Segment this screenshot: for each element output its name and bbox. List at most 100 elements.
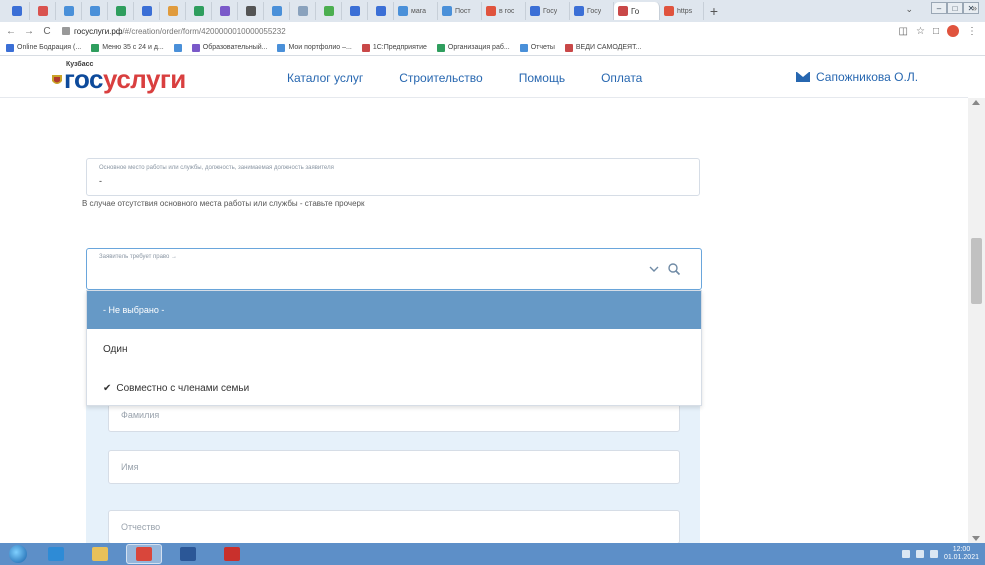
surname-placeholder: Фамилия: [121, 410, 160, 420]
tab-title: Пост: [455, 7, 471, 15]
scroll-up-arrow[interactable]: [972, 100, 980, 105]
bookmark-item[interactable]: ВЕДИ САМОДЕЯТ...: [564, 43, 641, 52]
tray-flag-icon[interactable]: [901, 550, 910, 558]
word-icon: [180, 547, 196, 561]
menu-kebab-icon[interactable]: ⋮: [967, 26, 977, 37]
browser-tab[interactable]: [342, 2, 368, 20]
gosuslugi-logo[interactable]: Кузбасс госуслуги: [50, 61, 250, 95]
browser-tab[interactable]: Госу: [570, 2, 614, 20]
url-field[interactable]: госуслуги.рф/#/creation/order/form/42000…: [74, 27, 286, 36]
bookmark-icon: [564, 43, 573, 52]
browser-tab[interactable]: Пост: [438, 2, 482, 20]
taskbar-app[interactable]: [38, 544, 74, 564]
bookmark-label: Online Бодрация (...: [17, 44, 82, 51]
minimize-button[interactable]: –: [931, 2, 947, 14]
browser-tab[interactable]: [82, 2, 108, 20]
browser-tab[interactable]: [238, 2, 264, 20]
forward-button[interactable]: →: [22, 26, 36, 37]
maximize-button[interactable]: □: [947, 2, 963, 14]
bookmark-item[interactable]: Отчеты: [519, 43, 555, 52]
bookmark-item[interactable]: 1С:Предприятие: [361, 43, 427, 52]
first-name-field[interactable]: Имя: [108, 450, 680, 484]
mail-icon: [796, 72, 810, 82]
bookmark-icon: [173, 43, 182, 52]
bookmark-label: Отчеты: [530, 44, 555, 51]
tab-favicon-icon: [245, 6, 256, 16]
taskbar-app[interactable]: [170, 544, 206, 564]
taskbar-app[interactable]: [82, 544, 118, 564]
option-alone[interactable]: Один: [87, 330, 701, 368]
browser-tab[interactable]: Госу: [526, 2, 570, 20]
tray-volume-icon[interactable]: [929, 550, 938, 558]
scroll-down-arrow[interactable]: [972, 536, 980, 541]
tab-title: Го: [631, 6, 640, 16]
browser-tab[interactable]: [56, 2, 82, 20]
nav-payment[interactable]: Оплата: [601, 71, 642, 85]
browser-tab[interactable]: https: [660, 2, 704, 20]
form-content: Основное место работы или службы, должно…: [0, 98, 968, 543]
browser-tab[interactable]: [30, 2, 56, 20]
bookmark-item[interactable]: Образовательный...: [191, 43, 267, 52]
bookmark-item[interactable]: [173, 43, 182, 52]
bookmark-label: Меню 35 с 24 и д...: [102, 44, 164, 51]
new-tab-button[interactable]: +: [704, 3, 724, 19]
tab-favicon-icon: [193, 6, 204, 16]
lock-icon[interactable]: [62, 27, 70, 35]
option-not-selected[interactable]: - Не выбрано -: [87, 291, 701, 329]
tab-favicon-icon: [530, 6, 540, 16]
living-arrangement-select[interactable]: Заявитель требует право →: [86, 248, 702, 290]
browser-tab[interactable]: [212, 2, 238, 20]
bookmarks-more-button[interactable]: »: [972, 3, 977, 13]
browser-tab[interactable]: [290, 2, 316, 20]
reload-button[interactable]: C: [40, 26, 54, 37]
ie-icon: [48, 547, 64, 561]
user-menu[interactable]: Сапожникова О.Л.: [796, 70, 918, 84]
browser-tab[interactable]: [316, 2, 342, 20]
workplace-value: -: [99, 176, 102, 186]
nav-help[interactable]: Помощь: [519, 71, 565, 85]
bookmark-icon: [191, 43, 200, 52]
chevron-down-icon[interactable]: [649, 264, 659, 274]
tab-favicon-icon: [486, 6, 496, 16]
clock[interactable]: 12:00 01.01.2021: [944, 546, 979, 562]
browser-tab-active[interactable]: Го: [614, 2, 660, 20]
tab-favicon-icon: [89, 6, 100, 16]
address-bar: ← → C госуслуги.рф/#/creation/order/form…: [0, 22, 985, 40]
tray-network-icon[interactable]: [915, 550, 924, 558]
nav-construction[interactable]: Строительство: [399, 71, 483, 85]
start-button[interactable]: [6, 545, 30, 563]
extensions-icon[interactable]: □: [933, 26, 939, 37]
workplace-field[interactable]: Основное место работы или службы, должно…: [86, 158, 700, 196]
profile-avatar[interactable]: [947, 25, 959, 37]
tab-search-button[interactable]: ⌄: [905, 4, 913, 15]
browser-tab[interactable]: [160, 2, 186, 20]
browser-tab[interactable]: [4, 2, 30, 20]
select-dropdown-list: - Не выбрано - Один ✔ Совместно с членам…: [86, 290, 702, 406]
search-icon[interactable]: [667, 262, 681, 276]
browser-tab[interactable]: [108, 2, 134, 20]
taskbar-app[interactable]: [126, 544, 162, 564]
browser-tab[interactable]: [134, 2, 160, 20]
bookmark-item[interactable]: Online Бодрация (...: [6, 43, 82, 52]
taskbar-app[interactable]: [214, 544, 250, 564]
browser-tab[interactable]: [264, 2, 290, 20]
page-scrollbar[interactable]: [968, 98, 985, 543]
browser-tab[interactable]: в гос: [482, 2, 526, 20]
tab-title: Госу: [587, 7, 602, 15]
bookmark-item[interactable]: Организация раб...: [436, 43, 510, 52]
patronymic-field[interactable]: Отчество: [108, 510, 680, 543]
nav-catalog[interactable]: Каталог услуг: [287, 71, 363, 85]
translate-icon[interactable]: ◫: [899, 26, 908, 37]
bookmark-item[interactable]: Мои портфолио –...: [277, 43, 352, 52]
bookmark-item[interactable]: Меню 35 с 24 и д...: [91, 43, 164, 52]
back-button[interactable]: ←: [4, 26, 18, 37]
scroll-thumb[interactable]: [971, 238, 982, 304]
browser-tab[interactable]: мага: [394, 2, 438, 20]
tab-favicon-icon: [349, 6, 360, 16]
option-with-family[interactable]: ✔ Совместно с членами семьи: [87, 369, 701, 407]
bookmark-icon: [91, 43, 100, 52]
tab-favicon-icon: [37, 6, 48, 16]
star-icon[interactable]: ☆: [916, 26, 925, 37]
browser-tab[interactable]: [186, 2, 212, 20]
browser-tab[interactable]: [368, 2, 394, 20]
